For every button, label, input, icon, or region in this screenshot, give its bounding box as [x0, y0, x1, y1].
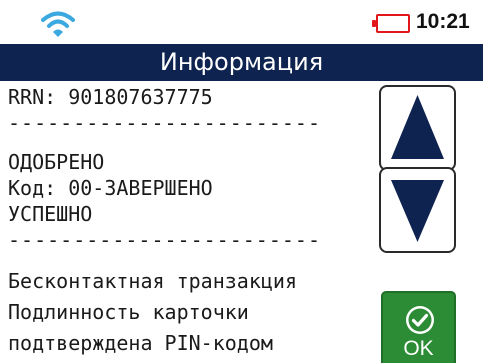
pin-confirmation: подтверждена PIN-кодом: [8, 331, 273, 355]
page-title: Информация: [0, 44, 483, 81]
response-code: Код: 00-ЗАВЕРШЕНО: [8, 176, 213, 200]
ok-button[interactable]: OK: [381, 291, 456, 363]
check-circle-icon: [406, 306, 434, 334]
scroll-up-button[interactable]: [379, 85, 456, 171]
rrn-line: RRN: 901807637775: [8, 85, 213, 109]
clock: 10:21: [416, 10, 470, 33]
battery-empty-icon: [372, 14, 410, 33]
transaction-type: Бесконтактная транзакция: [8, 269, 297, 293]
result-text: УСПЕШНО: [8, 202, 93, 226]
separator: ------------------------: [8, 111, 321, 135]
wifi-icon: [41, 11, 75, 37]
separator: ------------------------: [8, 228, 321, 252]
triangle-down-icon: [391, 180, 444, 242]
scroll-down-button[interactable]: [379, 167, 456, 253]
triangle-up-icon: [391, 95, 444, 159]
status-bar: 10:21: [0, 0, 483, 44]
card-authenticity: Подлинность карточки: [8, 300, 249, 324]
approval-status: ОДОБРЕНО: [8, 150, 105, 174]
transaction-info: RRN: 901807637775 ----------------------…: [8, 84, 388, 359]
ok-label: OK: [403, 337, 434, 360]
